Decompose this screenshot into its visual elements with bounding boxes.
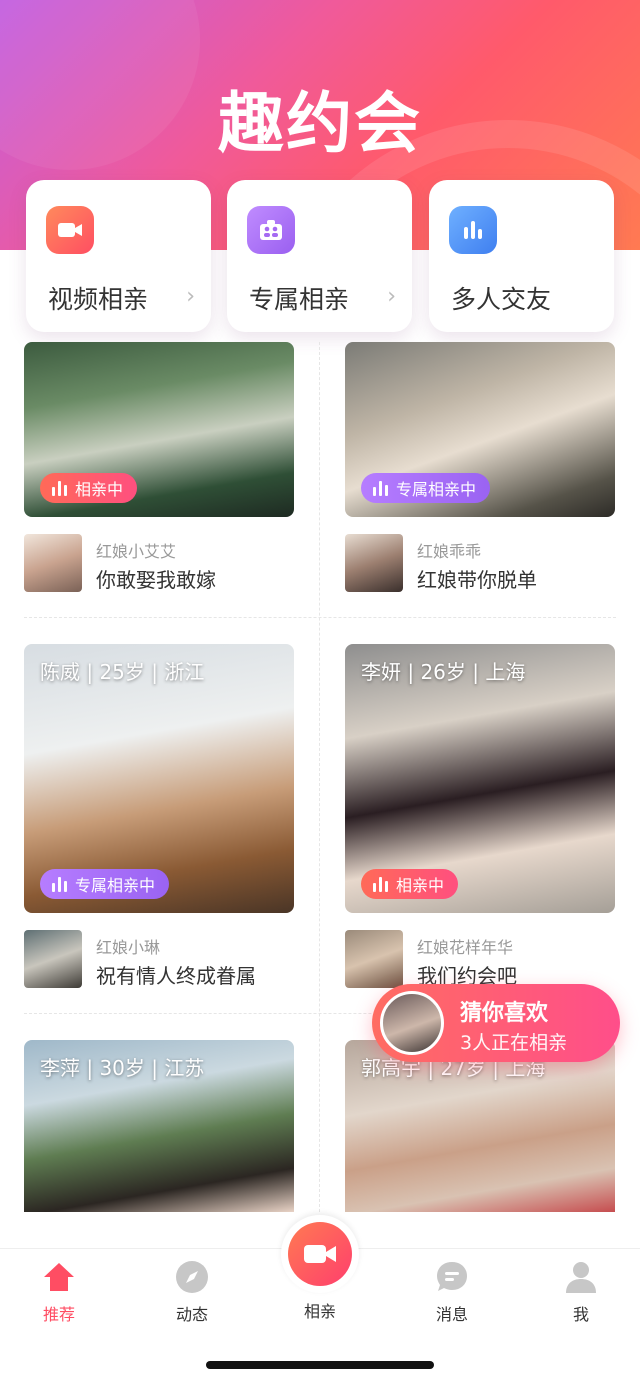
- bar-chart-icon: [52, 480, 67, 496]
- avatar: [24, 930, 82, 988]
- tab-dating[interactable]: [281, 1215, 359, 1293]
- profile-caption: 陈威 | 25岁 | 浙江: [40, 660, 205, 684]
- room-card-photo[interactable]: 李萍 | 30岁 | 江苏: [24, 1040, 294, 1212]
- tab-label: 动态: [175, 1305, 208, 1324]
- matchmaker-name: 红娘乖乖: [417, 542, 482, 561]
- category-label: 专属相亲: [249, 285, 350, 314]
- avatar: [380, 991, 444, 1055]
- room-card-photo[interactable]: 相亲中: [24, 342, 294, 517]
- guess-subtitle: 3人正在相亲: [460, 1032, 568, 1054]
- avatar: [345, 930, 403, 988]
- grid-divider: [319, 342, 321, 1212]
- live-badge: 相亲中: [361, 869, 459, 899]
- tab-messages[interactable]: 消息: [412, 1259, 492, 1325]
- bar-chart-icon: [449, 206, 497, 254]
- guess-title: 猜你喜欢: [460, 1001, 549, 1026]
- matchmaker-slogan: 祝有情人终成眷属: [96, 964, 256, 988]
- room-card-photo[interactable]: 李妍 | 26岁 | 上海 相亲中: [345, 644, 615, 913]
- live-badge: 专属相亲中: [361, 473, 491, 503]
- matchmaker-info[interactable]: 红娘花样年华 我们约会吧: [345, 930, 625, 990]
- room-card-photo[interactable]: 郭高宇 | 27岁 | 上海: [345, 1040, 615, 1212]
- tab-label: 我: [572, 1305, 589, 1324]
- chat-icon: [434, 1259, 470, 1295]
- avatar: [345, 534, 403, 592]
- compass-icon: [174, 1259, 210, 1295]
- couple-icon: [247, 206, 295, 254]
- tab-label: 相亲: [303, 1302, 336, 1321]
- matchmaker-info[interactable]: 红娘乖乖 红娘带你脱单: [345, 534, 625, 594]
- profile-caption: 李妍 | 26岁 | 上海: [361, 660, 526, 684]
- matchmaker-slogan: 你敢娶我敢嫁: [96, 568, 216, 592]
- profile-caption: 李萍 | 30岁 | 江苏: [40, 1056, 205, 1080]
- matchmaker-name: 红娘小琳: [96, 938, 161, 957]
- user-icon: [563, 1259, 599, 1295]
- tab-me[interactable]: 我: [541, 1259, 621, 1325]
- grid-divider: [24, 617, 616, 618]
- category-exclusive-dating[interactable]: 专属相亲 ›: [227, 180, 412, 332]
- tab-label: 推荐: [42, 1305, 75, 1324]
- category-label: 多人交友: [451, 285, 552, 314]
- badge-label: 专属相亲中: [396, 480, 477, 499]
- live-badge: 相亲中: [40, 473, 138, 503]
- category-video-dating[interactable]: 视频相亲 ›: [26, 180, 211, 332]
- badge-label: 专属相亲中: [75, 876, 156, 895]
- category-group-friends[interactable]: 多人交友: [429, 180, 614, 332]
- badge-label: 相亲中: [75, 480, 124, 499]
- home-icon: [41, 1259, 77, 1295]
- bar-chart-icon: [373, 480, 388, 496]
- matchmaker-name: 红娘花样年华: [417, 938, 514, 957]
- tab-moments[interactable]: 动态: [152, 1259, 232, 1325]
- category-label: 视频相亲: [48, 285, 149, 314]
- bar-chart-icon: [52, 876, 67, 892]
- chevron-right-icon: ›: [387, 284, 396, 309]
- chevron-right-icon: ›: [186, 284, 195, 309]
- video-icon: [46, 206, 94, 254]
- live-badge: 专属相亲中: [40, 869, 170, 899]
- room-card-photo[interactable]: 陈威 | 25岁 | 浙江 专属相亲中: [24, 644, 294, 913]
- tab-recommend[interactable]: 推荐: [19, 1259, 99, 1325]
- tab-label: 消息: [435, 1305, 468, 1324]
- bar-chart-icon: [373, 876, 388, 892]
- app-title: 趣约会: [218, 85, 422, 162]
- matchmaker-info[interactable]: 红娘小艾艾 你敢娶我敢嫁: [24, 534, 304, 594]
- room-card-photo[interactable]: 专属相亲中: [345, 342, 615, 517]
- avatar: [24, 534, 82, 592]
- matchmaker-info[interactable]: 红娘小琳 祝有情人终成眷属: [24, 930, 304, 990]
- home-indicator: [206, 1361, 434, 1369]
- matchmaker-name: 红娘小艾艾: [96, 542, 177, 561]
- matchmaker-slogan: 红娘带你脱单: [417, 568, 537, 592]
- video-camera-icon: [288, 1222, 352, 1286]
- guess-you-like-button[interactable]: 猜你喜欢 3人正在相亲: [372, 984, 620, 1062]
- badge-label: 相亲中: [396, 876, 445, 895]
